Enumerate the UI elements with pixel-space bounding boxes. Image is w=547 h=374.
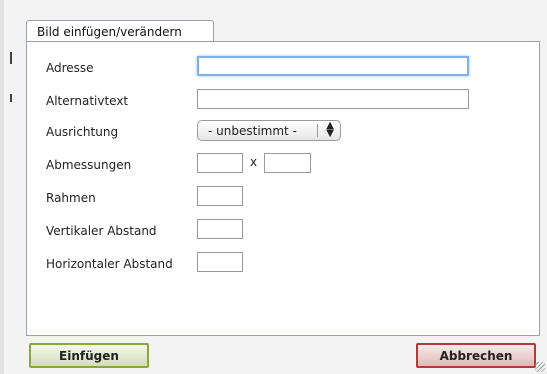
alt-text-label: Alternativtext: [46, 94, 129, 108]
height-input[interactable]: [264, 153, 311, 173]
background-marker: [10, 94, 12, 102]
address-input[interactable]: [197, 56, 469, 76]
alignment-select[interactable]: - unbestimmt - ▲ ▼: [197, 120, 341, 141]
tab-label: Bild einfügen/verändern: [37, 25, 182, 39]
insert-button[interactable]: Einfügen: [29, 343, 149, 368]
resize-grip-icon[interactable]: [535, 362, 545, 372]
select-divider: [317, 124, 318, 137]
window-edge: [0, 0, 4, 374]
border-input[interactable]: [197, 186, 243, 206]
address-label: Adresse: [46, 61, 94, 75]
width-input[interactable]: [197, 153, 243, 173]
tab-insert-edit-image[interactable]: Bild einfügen/verändern: [26, 20, 214, 42]
hspace-label: Horizontaler Abstand: [46, 257, 173, 271]
background-marker: [10, 52, 12, 64]
dimensions-separator: x: [250, 155, 258, 169]
dialog-panel: [26, 41, 540, 336]
alignment-label: Ausrichtung: [46, 125, 119, 139]
alignment-selected-value: - unbestimmt -: [208, 124, 297, 138]
up-down-arrows-icon: ▲ ▼: [326, 120, 334, 139]
vspace-input[interactable]: [197, 219, 243, 239]
cancel-button[interactable]: Abbrechen: [416, 343, 536, 368]
vspace-label: Vertikaler Abstand: [46, 224, 157, 238]
alt-text-input[interactable]: [197, 89, 469, 109]
border-label: Rahmen: [46, 191, 96, 205]
dimensions-label: Abmessungen: [46, 158, 132, 172]
hspace-input[interactable]: [197, 252, 243, 272]
